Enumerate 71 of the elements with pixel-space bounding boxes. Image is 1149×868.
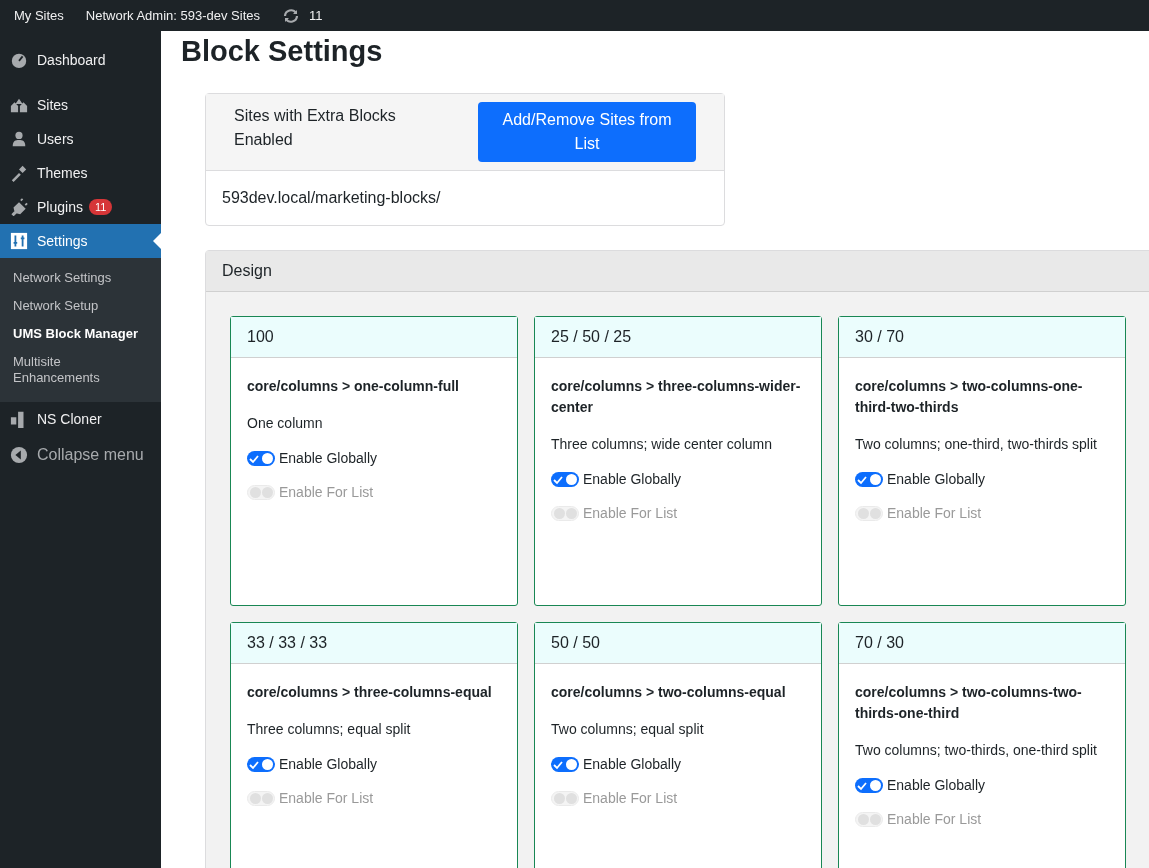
toggle-label: Enable For List [279, 484, 374, 500]
toggle-label: Enable Globally [887, 777, 986, 793]
card-title: 33 / 33 / 33 [247, 634, 328, 651]
menu-item[interactable]: Themes [0, 156, 161, 190]
block-description: Two columns; two-thirds, one-third split [855, 741, 1098, 760]
brush-icon [10, 164, 28, 182]
panel-title: Sites with Extra Blocks Enabled [234, 106, 397, 150]
plug-icon [10, 198, 28, 216]
toggle-label: Enable For List [887, 505, 982, 521]
admin-bar-link[interactable]: Network Admin: 593-dev Sites [85, 8, 260, 23]
toggle-switch[interactable] [247, 756, 275, 772]
check-icon [553, 474, 563, 485]
check-icon [249, 759, 259, 770]
site-url: 593dev.local/marketing-blocks/ [221, 188, 442, 208]
check-icon [553, 759, 563, 770]
block-description: One column [247, 414, 324, 433]
update-count-badge: 11 [88, 199, 113, 215]
block-description: Two columns; one-third, two-thirds split [855, 435, 1098, 454]
toggle-label: Enable For List [887, 811, 982, 827]
toggle-switch[interactable] [551, 756, 579, 772]
menu-item[interactable]: Sites [0, 88, 161, 122]
submenu-item[interactable]: Network Setup [0, 292, 161, 320]
toggle-label: Enable Globally [887, 471, 986, 487]
toggle-switch[interactable] [551, 471, 579, 487]
menu-item[interactable]: Plugins 11 [0, 190, 161, 224]
submenu-item[interactable]: Network Settings [0, 264, 161, 292]
block-description: Three columns; wide center column [551, 435, 773, 454]
updates-link[interactable]: 11 [282, 8, 323, 23]
add-remove-sites-button[interactable]: Add/Remove Sites from List [478, 102, 696, 162]
block-description: Two columns; equal split [551, 720, 705, 739]
menu-item[interactable]: Dashboard [0, 43, 161, 77]
gauge-icon [10, 51, 28, 69]
menu-item[interactable]: Settings [0, 224, 161, 258]
block-slug: core/columns > two-columns-one-third-two-thirds [855, 377, 1084, 417]
menu-item[interactable]: Users [0, 122, 161, 156]
menu-item[interactable]: NS Cloner [0, 402, 161, 436]
toggle-label: Enable Globally [279, 756, 378, 772]
toggle-switch[interactable] [247, 450, 275, 466]
block-slug: core/columns > two-columns-two-thirds-one-third [855, 683, 1083, 723]
block-slug: core/columns > two-columns-equal [551, 683, 787, 702]
card-title: 50 / 50 [551, 634, 600, 651]
toggle-label: Enable Globally [583, 756, 682, 772]
check-icon [249, 453, 259, 464]
refresh-icon [282, 8, 300, 23]
houses-icon [10, 96, 28, 114]
block-slug: core/columns > three-columns-equal [247, 683, 493, 702]
card-title: 70 / 30 [855, 634, 904, 651]
admin-bar-link[interactable]: My Sites [14, 8, 64, 23]
card-title: 30 / 70 [855, 328, 904, 345]
collapse-menu-button[interactable]: Collapse menu [0, 438, 161, 472]
toggle-label: Enable For List [583, 505, 678, 521]
left-arrow-circle-icon [10, 446, 28, 464]
toggle-label: Enable For List [279, 790, 374, 806]
toggle-label: Enable Globally [583, 471, 682, 487]
toggle-switch[interactable] [855, 471, 883, 487]
check-icon [857, 474, 867, 485]
person-icon [10, 130, 28, 148]
page-title: Block Settings [181, 35, 384, 68]
submenu-item[interactable]: Multisite Enhancements [0, 348, 161, 392]
block-description: Three columns; equal split [247, 720, 412, 739]
submenu-item[interactable]: UMS Block Manager [0, 320, 161, 348]
toggle-switch[interactable] [855, 777, 883, 793]
toggle-label: Enable Globally [279, 450, 378, 466]
block-slug: core/columns > one-column-full [247, 377, 460, 396]
sliders-icon [10, 232, 28, 250]
toggle-label: Enable For List [583, 790, 678, 806]
panel-title: Design [222, 262, 272, 279]
card-title: 100 [247, 328, 274, 345]
check-icon [857, 780, 867, 791]
block-slug: core/columns > three-columns-wider-center [551, 377, 802, 417]
card-title: 25 / 50 / 25 [551, 328, 632, 345]
